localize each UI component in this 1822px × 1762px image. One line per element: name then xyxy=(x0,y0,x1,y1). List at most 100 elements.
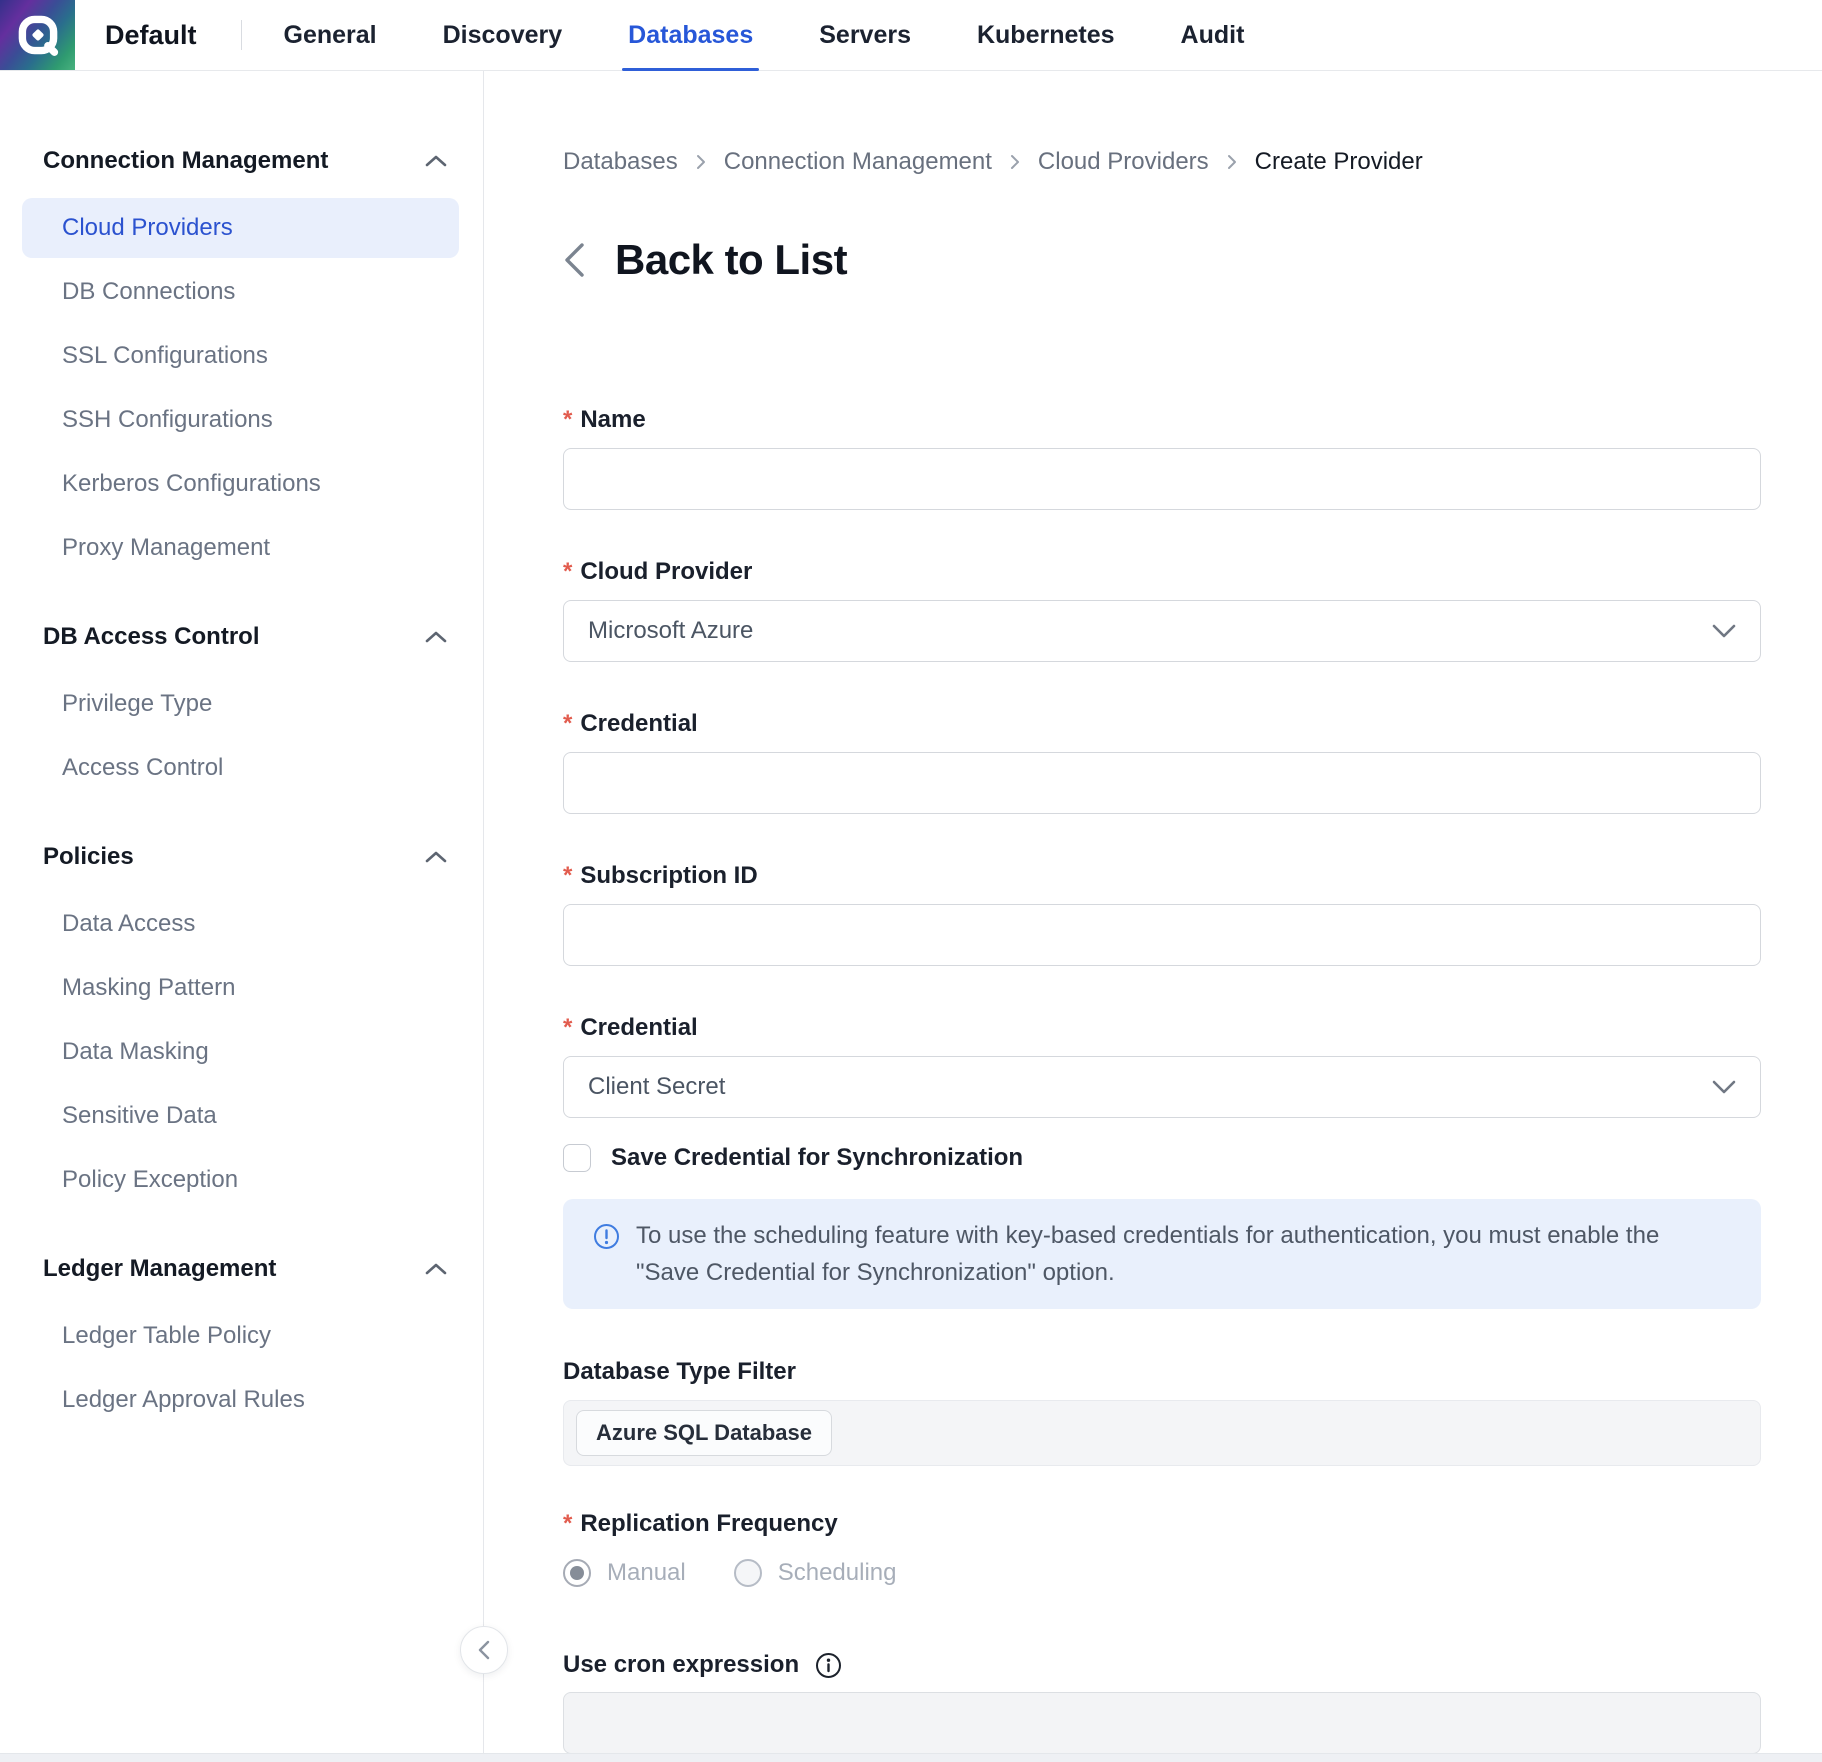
db-type-tag: Azure SQL Database xyxy=(576,1410,832,1456)
footer-strip xyxy=(0,1753,1822,1762)
radio-selected-dot xyxy=(570,1566,584,1580)
sidebar-collapse-button[interactable] xyxy=(460,1626,508,1674)
save-credential-checkbox[interactable] xyxy=(563,1144,591,1172)
required-marker: * xyxy=(563,862,572,890)
workspace-name: Default xyxy=(105,20,197,51)
save-credential-checkbox-row[interactable]: Save Credential for Synchronization xyxy=(563,1143,1761,1173)
sidebar-item-proxy-management[interactable]: Proxy Management xyxy=(22,518,459,578)
sidebar-item-kerberos-configurations[interactable]: Kerberos Configurations xyxy=(22,454,459,514)
sidebar-item-db-connections[interactable]: DB Connections xyxy=(22,262,459,322)
header-divider xyxy=(241,20,242,50)
sidebar-item-cloud-providers[interactable]: Cloud Providers xyxy=(22,198,459,258)
tab-audit[interactable]: Audit xyxy=(1181,0,1245,70)
sidebar-item-data-access[interactable]: Data Access xyxy=(22,894,459,954)
tab-kubernetes[interactable]: Kubernetes xyxy=(977,0,1115,70)
required-marker: * xyxy=(563,406,572,434)
brand-glyph-icon xyxy=(15,12,61,58)
credential-type-select[interactable]: Client Secret xyxy=(563,1056,1761,1118)
subscription-id-label: Subscription ID xyxy=(580,862,757,890)
breadcrumb-cloud-providers[interactable]: Cloud Providers xyxy=(1038,148,1209,176)
tab-servers[interactable]: Servers xyxy=(819,0,911,70)
create-provider-form: * Name * Cloud Provider Microsoft Azure xyxy=(563,405,1761,1754)
sidebar-section-policies: Policies Data Access Masking Pattern Dat… xyxy=(0,842,483,1210)
main-content: Databases Connection Management Cloud Pr… xyxy=(484,71,1822,1755)
cloud-provider-select[interactable]: Microsoft Azure xyxy=(563,600,1761,662)
sidebar-item-masking-pattern[interactable]: Masking Pattern xyxy=(22,958,459,1018)
page-body: Connection Management Cloud Providers DB… xyxy=(0,71,1822,1755)
name-input[interactable] xyxy=(563,448,1761,510)
replication-frequency-radios: Manual Scheduling xyxy=(563,1558,1761,1588)
credential-type-label: Credential xyxy=(580,1014,697,1042)
section-title: Ledger Management xyxy=(43,1255,276,1283)
main-nav-tabs: General Discovery Databases Servers Kube… xyxy=(284,0,1311,70)
sidebar-section-header-db-access-control[interactable]: DB Access Control xyxy=(43,622,447,652)
chevron-up-icon xyxy=(425,631,447,643)
field-credential-type: * Credential Client Secret xyxy=(563,1013,1761,1118)
app-logo xyxy=(0,0,75,70)
required-marker: * xyxy=(563,1014,572,1042)
radio-scheduling: Scheduling xyxy=(734,1559,897,1587)
alert-text-line2: "Save Credential for Synchronization" op… xyxy=(636,1254,1659,1291)
section-title: Connection Management xyxy=(43,147,328,175)
info-alert: To use the scheduling feature with key-b… xyxy=(563,1199,1761,1309)
required-marker: * xyxy=(563,710,572,738)
field-label-row: * Credential xyxy=(563,1013,1761,1043)
sidebar-item-data-masking[interactable]: Data Masking xyxy=(22,1022,459,1082)
breadcrumb-databases[interactable]: Databases xyxy=(563,148,678,176)
chevron-up-icon xyxy=(425,851,447,863)
sidebar-section-header-ledger-management[interactable]: Ledger Management xyxy=(43,1254,447,1284)
alert-text: To use the scheduling feature with key-b… xyxy=(636,1217,1659,1291)
field-label-row: * Subscription ID xyxy=(563,861,1761,891)
cloud-provider-label: Cloud Provider xyxy=(580,558,752,586)
radio-scheduling-label: Scheduling xyxy=(778,1559,897,1587)
cloud-provider-value: Microsoft Azure xyxy=(588,617,753,645)
back-to-list-button[interactable]: Back to List xyxy=(563,234,1761,286)
breadcrumb: Databases Connection Management Cloud Pr… xyxy=(563,147,1761,177)
sidebar-item-ssh-configurations[interactable]: SSH Configurations xyxy=(22,390,459,450)
tab-discovery[interactable]: Discovery xyxy=(443,0,563,70)
sidebar-section-ledger-management: Ledger Management Ledger Table Policy Le… xyxy=(0,1254,483,1430)
sidebar-item-privilege-type[interactable]: Privilege Type xyxy=(22,674,459,734)
sidebar-item-ledger-table-policy[interactable]: Ledger Table Policy xyxy=(22,1306,459,1366)
sidebar-item-access-control[interactable]: Access Control xyxy=(22,738,459,798)
cron-expression-input xyxy=(563,1692,1761,1754)
sidebar-section-header-policies[interactable]: Policies xyxy=(43,842,447,872)
tab-general[interactable]: General xyxy=(284,0,377,70)
field-subscription-id: * Subscription ID xyxy=(563,861,1761,966)
field-name: * Name xyxy=(563,405,1761,510)
back-chevron-icon xyxy=(563,242,585,278)
field-credential: * Credential xyxy=(563,709,1761,814)
chevron-left-icon xyxy=(478,1640,490,1660)
chevron-right-icon xyxy=(696,154,706,170)
cron-info-icon[interactable] xyxy=(815,1652,842,1679)
chevron-down-icon xyxy=(1712,1080,1736,1094)
credential-input[interactable] xyxy=(563,752,1761,814)
required-marker: * xyxy=(563,1510,572,1538)
page-title: Back to List xyxy=(615,236,847,284)
name-label: Name xyxy=(580,406,645,434)
app-window: Default General Discovery Databases Serv… xyxy=(0,0,1822,1762)
section-title: DB Access Control xyxy=(43,623,260,651)
sidebar-item-ssl-configurations[interactable]: SSL Configurations xyxy=(22,326,459,386)
chevron-up-icon xyxy=(425,155,447,167)
radio-scheduling-circle xyxy=(734,1559,762,1587)
replication-frequency-label-row: * Replication Frequency xyxy=(563,1509,1761,1539)
breadcrumb-create-provider: Create Provider xyxy=(1255,148,1423,176)
subscription-id-input[interactable] xyxy=(563,904,1761,966)
tab-databases[interactable]: Databases xyxy=(628,0,753,70)
sidebar-section-header-connection-management[interactable]: Connection Management xyxy=(43,146,447,176)
credential-label: Credential xyxy=(580,710,697,738)
sidebar-section-db-access-control: DB Access Control Privilege Type Access … xyxy=(0,622,483,798)
sidebar-item-sensitive-data[interactable]: Sensitive Data xyxy=(22,1086,459,1146)
alert-text-line1: To use the scheduling feature with key-b… xyxy=(636,1217,1659,1254)
chevron-up-icon xyxy=(425,1263,447,1275)
field-label-row: * Cloud Provider xyxy=(563,557,1761,587)
sidebar-item-policy-exception[interactable]: Policy Exception xyxy=(22,1150,459,1210)
required-marker: * xyxy=(563,558,572,586)
breadcrumb-connection-management[interactable]: Connection Management xyxy=(724,148,992,176)
cron-label-row: Use cron expression xyxy=(563,1650,1761,1680)
chevron-right-icon xyxy=(1010,154,1020,170)
save-credential-label: Save Credential for Synchronization xyxy=(611,1144,1023,1172)
radio-manual-label: Manual xyxy=(607,1559,686,1587)
sidebar-item-ledger-approval-rules[interactable]: Ledger Approval Rules xyxy=(22,1370,459,1430)
